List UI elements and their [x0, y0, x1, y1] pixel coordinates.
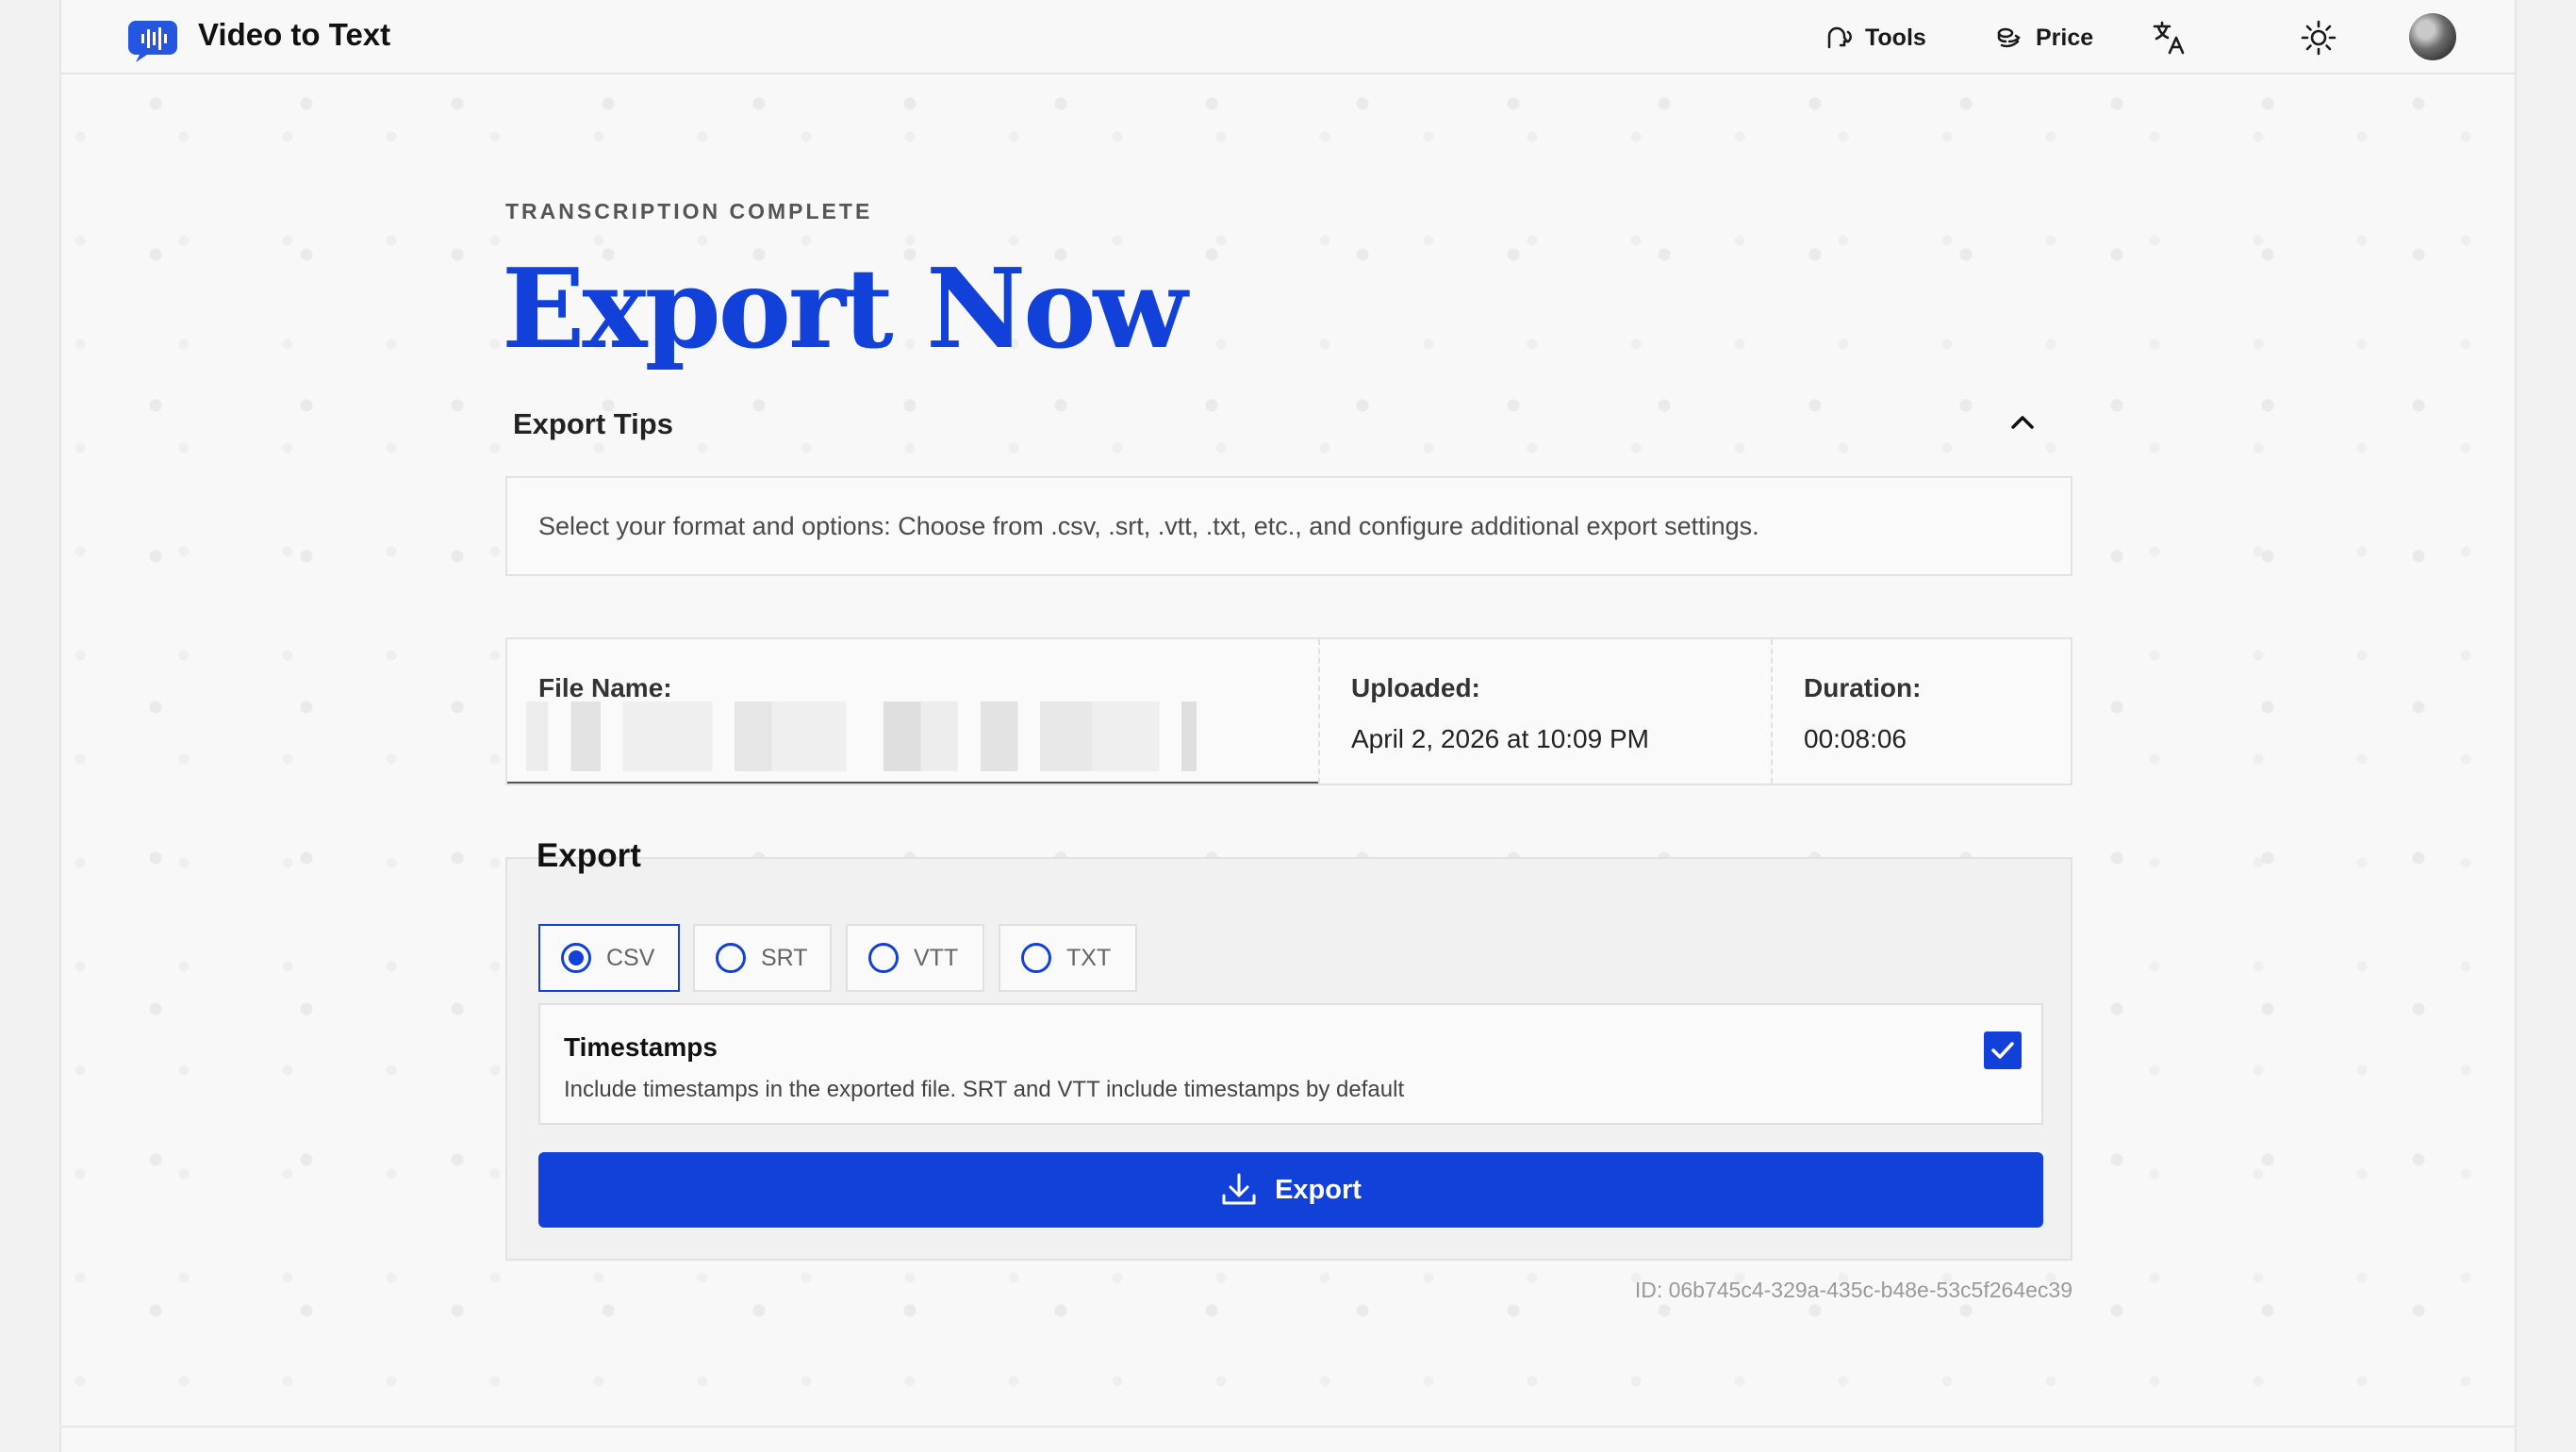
- sun-icon: [2301, 20, 2337, 56]
- file-name-label: File Name:: [538, 673, 672, 702]
- timestamps-option: Timestamps Include timestamps in the exp…: [538, 1003, 2043, 1125]
- status-eyebrow: TRANSCRIPTION COMPLETE: [505, 199, 873, 223]
- app-title[interactable]: Video to Text: [198, 17, 390, 53]
- duration-label: Duration:: [1804, 673, 1922, 702]
- redacted-file-name: [526, 701, 1271, 771]
- download-icon: [1222, 1173, 1256, 1205]
- export-tips-toggle[interactable]: Export Tips: [505, 401, 2072, 448]
- nav-price[interactable]: Price: [1994, 19, 2093, 57]
- duration-value: 00:08:06: [1804, 724, 1907, 753]
- audio-head-icon: [1824, 23, 1854, 53]
- format-srt-label: SRT: [761, 944, 808, 971]
- language-button[interactable]: [2151, 19, 2188, 57]
- export-panel: CSV SRT VTT TXT Timestamps Include times…: [505, 857, 2072, 1261]
- format-txt[interactable]: TXT: [999, 924, 1137, 992]
- record-id: ID: 06b745c4-329a-435c-b48e-53c5f264ec39: [1634, 1278, 2072, 1302]
- nav-tools[interactable]: Tools: [1824, 19, 1926, 57]
- radio-icon[interactable]: [716, 943, 746, 973]
- nav-price-label: Price: [2036, 24, 2094, 51]
- export-section-title: Export: [537, 837, 641, 874]
- radio-icon[interactable]: [561, 943, 591, 973]
- theme-toggle[interactable]: [2301, 19, 2337, 57]
- checkmark-icon: [1991, 1042, 2014, 1059]
- coins-icon: [1994, 23, 2024, 53]
- timestamps-title: Timestamps: [564, 1032, 718, 1062]
- timestamps-description: Include timestamps in the exported file.…: [564, 1077, 1405, 1102]
- uploaded-label: Uploaded:: [1351, 673, 1480, 702]
- format-txt-label: TXT: [1066, 944, 1112, 971]
- translate-icon: [2151, 19, 2188, 57]
- uploaded-cell: Uploaded: April 2, 2026 at 10:09 PM: [1318, 639, 1771, 784]
- radio-icon[interactable]: [1021, 943, 1051, 973]
- format-vtt[interactable]: VTT: [846, 924, 984, 992]
- uploaded-value: April 2, 2026 at 10:09 PM: [1351, 724, 1649, 753]
- duration-cell: Duration: 00:08:06: [1771, 639, 2071, 784]
- nav-tools-label: Tools: [1865, 24, 1926, 51]
- export-button-label: Export: [1275, 1174, 1362, 1205]
- footer-divider: [61, 1426, 2515, 1427]
- export-button[interactable]: Export: [538, 1152, 2043, 1228]
- format-csv-label: CSV: [606, 944, 655, 971]
- page-title: Export Now: [502, 245, 1187, 373]
- file-name-cell: File Name:: [507, 639, 1318, 784]
- radio-icon[interactable]: [868, 943, 899, 973]
- format-csv[interactable]: CSV: [538, 924, 680, 992]
- app-frame: Video to Text Tools Price TRANSCRIPTION …: [59, 0, 2517, 1452]
- timestamps-checkbox[interactable]: [1984, 1031, 2022, 1069]
- top-navbar: Video to Text Tools Price: [61, 0, 2515, 74]
- app-logo-icon[interactable]: [126, 19, 179, 64]
- export-tips-body: Select your format and options: Choose f…: [505, 476, 2072, 576]
- chevron-up-icon: [2010, 414, 2035, 436]
- export-tips-title: Export Tips: [513, 407, 673, 440]
- format-vtt-label: VTT: [914, 944, 959, 971]
- user-avatar[interactable]: [2409, 13, 2456, 60]
- format-srt[interactable]: SRT: [693, 924, 832, 992]
- file-info-card: File Name: Uploaded: April 2, 2026 at 10…: [505, 637, 2072, 785]
